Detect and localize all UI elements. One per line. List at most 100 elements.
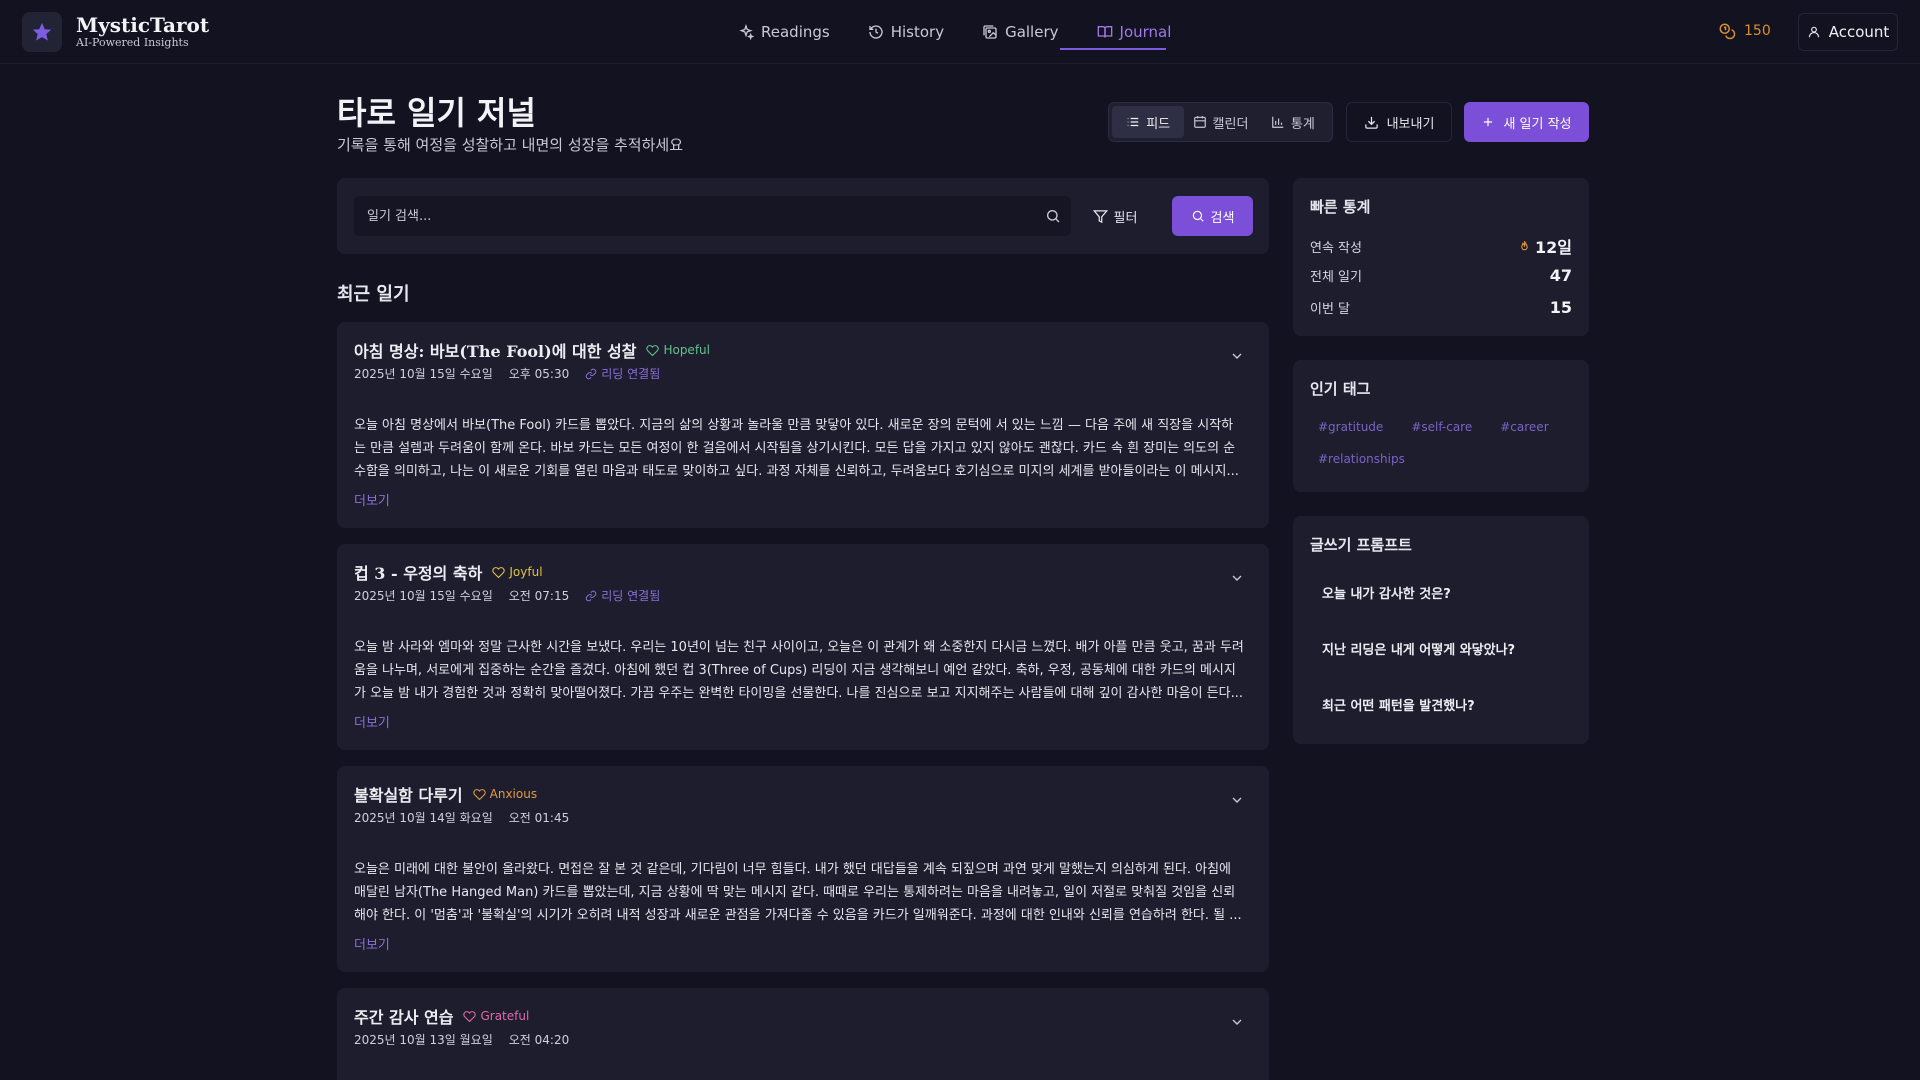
nav-links: Readings History Gallery Journal xyxy=(738,20,1171,44)
stat-label: 연속 작성 xyxy=(1310,240,1362,256)
stat-value: 15 xyxy=(1549,298,1572,317)
reading-linked-label: 리딩 연결됨 xyxy=(601,367,661,381)
read-more-link[interactable]: 더보기 xyxy=(354,490,390,509)
gallery-icon xyxy=(983,25,997,39)
search-icon xyxy=(1192,210,1204,222)
tag-list: #gratitude #self-care #career #relations… xyxy=(1310,416,1572,470)
coin-count: 150 xyxy=(1744,23,1771,39)
read-more-link[interactable]: 더보기 xyxy=(354,934,390,953)
search-button-label: 검색 xyxy=(1210,210,1235,226)
stat-total: 전체 일기 47 xyxy=(1310,266,1572,285)
entry-body-line: 해야 한다. 이 '멈춤'과 '불확실'의 시기가 오히려 내적 성장과 새로운… xyxy=(354,908,1242,923)
chevron-down-icon[interactable] xyxy=(1229,1014,1245,1030)
brand-name: MysticTarot xyxy=(76,13,210,37)
chevron-down-icon[interactable] xyxy=(1229,570,1245,586)
search-input[interactable] xyxy=(354,196,994,236)
entry-body-line: 움을 나누며, 서로에게 집중하는 순간을 즐겼다. 아침에 했던 컵 3(Th… xyxy=(354,663,1236,678)
writing-prompts-panel: 글쓰기 프롬프트 오늘 내가 감사한 것은? 지난 리딩은 내게 어떻게 와닿았… xyxy=(1293,516,1589,744)
sparkles-icon xyxy=(739,24,754,40)
stat-value: 12일 xyxy=(1518,234,1572,258)
account-button[interactable]: Account xyxy=(1798,13,1898,51)
flame-icon xyxy=(1521,240,1528,250)
read-more-link[interactable]: 더보기 xyxy=(354,712,390,731)
link-icon xyxy=(586,590,597,601)
coins-icon xyxy=(1719,23,1736,40)
entry-date: 2025년 10월 15일 수요일 xyxy=(354,367,493,381)
chevron-down-icon[interactable] xyxy=(1229,348,1245,364)
nav-readings[interactable]: Readings xyxy=(738,20,830,44)
journal-entry-card[interactable]: 불확실함 다루기 Anxious 2025년 10월 14일 화요일 오전 01… xyxy=(337,766,1269,972)
mood-badge: Hopeful xyxy=(646,343,710,357)
mood-badge: Anxious xyxy=(472,787,537,801)
stat-streak: 연속 작성 12일 xyxy=(1310,234,1572,258)
brand: MysticTarot AI-Powered Insights xyxy=(76,14,209,49)
plus-icon xyxy=(1484,117,1493,127)
entry-meta: 2025년 10월 14일 화요일 오전 01:45 xyxy=(354,809,569,826)
writing-prompt-item[interactable]: 최근 어떤 패턴을 발견했나? xyxy=(1310,682,1572,726)
recent-entries-title: 최근 일기 xyxy=(337,284,410,305)
entry-title-row: 컵 3 - 우정의 축하 Joyful xyxy=(354,560,543,584)
page-title: 타로 일기 저널 xyxy=(337,94,536,132)
stat-streak-value: 12일 xyxy=(1535,238,1572,257)
writing-prompt-item[interactable]: 오늘 내가 감사한 것은? xyxy=(1310,570,1572,614)
journal-entry-card[interactable]: 아침 명상: 바보(The Fool)에 대한 성찰 Hopeful 2025년… xyxy=(337,322,1269,528)
view-stats-label: 통계 xyxy=(1290,116,1315,132)
entry-time: 오전 07:15 xyxy=(508,589,570,603)
entry-time: 오전 04:20 xyxy=(508,1033,570,1047)
entry-date: 2025년 10월 13일 월요일 xyxy=(354,1033,493,1047)
view-calendar-button[interactable]: 캘린더 xyxy=(1184,106,1256,138)
tag-chip[interactable]: #career xyxy=(1492,416,1556,438)
bar-chart-icon xyxy=(1272,116,1284,128)
stat-value: 47 xyxy=(1549,266,1572,285)
journal-entry-card[interactable]: 주간 감사 연습 Grateful 2025년 10월 13일 월요일 오전 0… xyxy=(337,988,1269,1080)
entry-body-line: 매달린 남자(The Hanged Man) 카드를 뽑았는데, 지금 상황에 … xyxy=(354,885,1236,900)
new-entry-label: 새 일기 작성 xyxy=(1503,116,1572,132)
stat-month: 이번 달 15 xyxy=(1310,298,1572,317)
tag-chip[interactable]: #gratitude xyxy=(1310,416,1391,438)
filter-icon xyxy=(1092,209,1108,223)
entry-title-row: 아침 명상: 바보(The Fool)에 대한 성찰 Hopeful xyxy=(354,338,710,362)
account-label: Account xyxy=(1828,23,1890,41)
filter-button[interactable]: 필터 xyxy=(1085,196,1145,236)
filter-label: 필터 xyxy=(1113,210,1138,226)
entry-body-line: 가 오늘 밤 내가 경험한 것과 정확히 맞아떨어졌다. 가끔 우주는 완벽한 … xyxy=(354,686,1243,701)
entry-body-line: 오늘 밤 사라와 엠마와 정말 근사한 시간을 보냈다. 우리는 10년이 넘는… xyxy=(354,640,1244,655)
entry-time: 오후 05:30 xyxy=(508,367,570,381)
mood-label: Grateful xyxy=(480,1009,530,1023)
search-icon[interactable] xyxy=(1045,208,1061,224)
view-stats-button[interactable]: 통계 xyxy=(1257,106,1329,138)
chevron-down-icon[interactable] xyxy=(1229,792,1245,808)
tag-chip[interactable]: #relationships xyxy=(1310,448,1413,470)
heart-icon xyxy=(472,788,486,800)
coin-balance[interactable]: 150 xyxy=(1718,22,1771,40)
tag-chip[interactable]: #self-care xyxy=(1403,416,1480,438)
brand-tagline: AI-Powered Insights xyxy=(76,36,189,49)
journal-entry-card[interactable]: 컵 3 - 우정의 축하 Joyful 2025년 10월 15일 수요일 오전… xyxy=(337,544,1269,750)
writing-prompt-item[interactable]: 지난 리딩은 내게 어떻게 와닿았나? xyxy=(1310,626,1572,670)
list-icon xyxy=(1127,117,1139,127)
mood-badge: Grateful xyxy=(463,1009,529,1023)
entry-body-line: 오늘은 미래에 대한 불안이 올라왔다. 면접은 잘 본 것 같은데, 기다림이… xyxy=(354,862,1232,877)
entry-body: 오늘은 미래에 대한 불안이 올라왔다. 면접은 잘 본 것 같은데, 기다림이… xyxy=(354,858,1250,927)
entry-title: 아침 명상: 바보(The Fool)에 대한 성찰 xyxy=(354,342,637,361)
calendar-icon xyxy=(1193,116,1206,128)
entry-time: 오전 01:45 xyxy=(508,811,570,825)
entry-body-line: 오늘 아침 명상에서 바보(The Fool) 카드를 뽑았다. 지금의 삶의 … xyxy=(354,418,1234,433)
nav-gallery[interactable]: Gallery xyxy=(982,20,1059,44)
logo[interactable] xyxy=(22,12,62,52)
entry-body-line: 수함을 의미하고, 나는 이 새로운 기회를 열린 마음과 태도로 맞이하고 싶… xyxy=(354,464,1239,479)
nav-journal[interactable]: Journal xyxy=(1097,20,1171,44)
writing-prompts-title: 글쓰기 프롬프트 xyxy=(1310,536,1412,554)
heart-icon xyxy=(492,566,506,578)
new-entry-button[interactable]: 새 일기 작성 xyxy=(1464,102,1589,142)
download-icon xyxy=(1364,116,1378,129)
entry-date: 2025년 10월 14일 화요일 xyxy=(354,811,493,825)
export-button[interactable]: 내보내기 xyxy=(1346,102,1452,142)
view-feed-button[interactable]: 피드 xyxy=(1112,106,1185,138)
nav-history[interactable]: History xyxy=(868,20,944,44)
reading-linked[interactable]: 리딩 연결됨 xyxy=(585,587,660,604)
reading-linked[interactable]: 리딩 연결됨 xyxy=(585,365,660,382)
view-calendar-label: 캘린더 xyxy=(1212,116,1249,132)
search-button[interactable]: 검색 xyxy=(1172,196,1253,236)
entry-title: 주간 감사 연습 xyxy=(354,1008,454,1027)
